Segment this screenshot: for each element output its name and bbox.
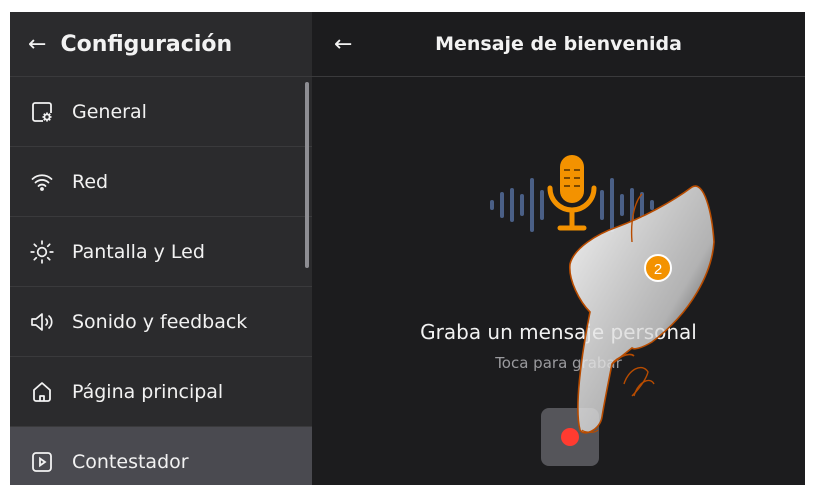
sidebar-item-label: General [72, 100, 147, 123]
record-subtitle: Toca para grabar [495, 354, 622, 372]
device-screen: ← Configuración General Red Pantalla y L… [10, 12, 805, 485]
back-arrow-icon[interactable]: ← [334, 32, 352, 57]
sidebar-item-label: Pantalla y Led [72, 240, 205, 263]
record-button[interactable] [541, 408, 599, 466]
play-icon [28, 448, 56, 476]
settings-screen-icon [28, 98, 56, 126]
sidebar-item-label: Contestador [72, 451, 189, 473]
settings-sidebar: ← Configuración General Red Pantalla y L… [10, 12, 312, 485]
sidebar-item-contestador[interactable]: Contestador [10, 427, 312, 485]
main-panel: ← Mensaje de bienvenida Graba un mensaje… [312, 12, 805, 485]
sidebar-item-pagina-principal[interactable]: Página principal [10, 357, 312, 427]
sidebar-header: ← Configuración [10, 12, 312, 77]
microphone-icon [547, 155, 597, 231]
home-icon [28, 378, 56, 406]
sidebar-item-label: Página principal [72, 380, 224, 403]
sidebar-item-pantalla[interactable]: Pantalla y Led [10, 217, 312, 287]
sidebar-item-sonido[interactable]: Sonido y feedback [10, 287, 312, 357]
sidebar-title: Configuración [60, 31, 233, 57]
wifi-icon [28, 168, 56, 196]
main-header: ← Mensaje de bienvenida [312, 12, 805, 77]
speaker-icon [28, 308, 56, 336]
sidebar-item-label: Sonido y feedback [72, 310, 248, 333]
sidebar-item-general[interactable]: General [10, 77, 312, 147]
back-arrow-icon[interactable]: ← [28, 32, 46, 57]
record-dot-icon [561, 428, 579, 446]
sidebar-item-red[interactable]: Red [10, 147, 312, 217]
record-title: Graba un mensaje personal [420, 320, 697, 344]
sidebar-item-label: Red [72, 170, 109, 193]
microphone-graphic [482, 150, 662, 264]
sun-icon [28, 238, 56, 266]
sidebar-scrollbar[interactable] [305, 82, 309, 268]
page-title: Mensaje de bienvenida [435, 33, 682, 55]
